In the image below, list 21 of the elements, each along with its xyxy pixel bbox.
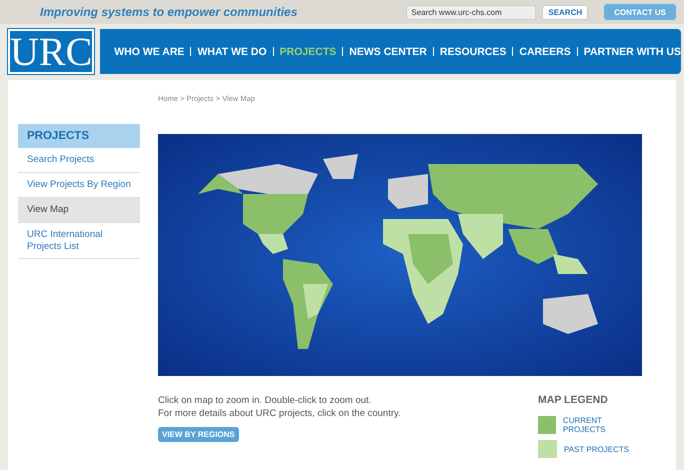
sidebar-link[interactable]: View Map [18, 198, 140, 223]
instruction-text: Click on map to zoom in. Double-click to zoom out. [158, 394, 372, 407]
legend-title: MAP LEGEND [538, 394, 609, 406]
legend-label: CURRENT PROJECTS [562, 416, 607, 434]
nav-link[interactable]: RESOURCES [440, 46, 506, 58]
nav-link[interactable]: NEWS CENTER [349, 46, 427, 58]
view-by-regions-button[interactable]: VIEW BY REGIONS [158, 427, 239, 442]
nav-link[interactable]: CAREERS [519, 46, 571, 58]
search-field[interactable]: Search www.urc-chs.com [406, 4, 536, 20]
nav-link[interactable]: WHAT WE DO [197, 46, 267, 58]
nav-link[interactable]: PARTNER WITH US [584, 46, 681, 58]
instruction-text: For more details about URC projects, click on the country. [158, 407, 401, 420]
search-button[interactable]: SEARCH [542, 4, 588, 20]
legend-label: PAST PROJECTS [564, 444, 630, 454]
sidebar-link[interactable]: URC International Projects List [18, 222, 140, 260]
logo[interactable]: URC [8, 29, 94, 74]
sidebar-title: PROJECTS [18, 124, 140, 148]
nav-link[interactable]: PROJECTS [280, 46, 336, 58]
nav-link[interactable]: WHO WE ARE [114, 46, 184, 58]
world-map-drawing[interactable] [158, 134, 642, 376]
tagline: Improving systems to empower communities [40, 5, 298, 19]
